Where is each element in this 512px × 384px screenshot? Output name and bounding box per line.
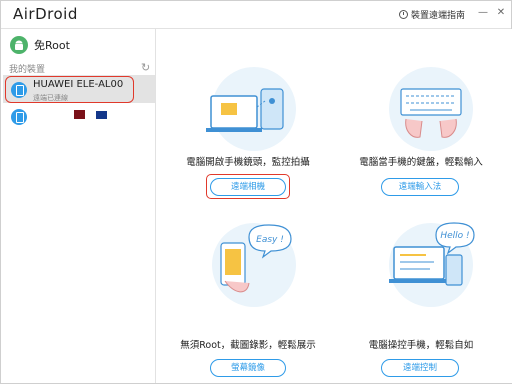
redacted-block-dark-red [74, 110, 85, 119]
feature-control-description: 電腦操控手機，輕鬆自如 [368, 340, 474, 351]
title-bar: AirDroid 裝置遠端指南 — ✕ [1, 1, 511, 29]
sidebar: 免Root 我的裝置 ↻ HUAWEI ELE-AL00 遠端已連線 [1, 29, 156, 383]
minimize-button[interactable]: — [477, 7, 489, 19]
close-button[interactable]: ✕ [495, 7, 507, 19]
phone-icon-second[interactable] [11, 109, 27, 125]
refresh-icon[interactable]: ↻ [141, 61, 150, 74]
feature-camera-description: 電腦開啟手機鏡頭，監控拍攝 [186, 157, 310, 168]
main-panel: 電腦開啟手機鏡頭，監控拍攝 遠端相機 電腦當手機的鍵盤，輕鬆輸入 遠端輸入法 E… [157, 29, 512, 383]
phone-icon [11, 82, 27, 98]
redacted-block-blue [96, 111, 107, 119]
no-root-item[interactable]: 免Root [10, 36, 70, 54]
mirror-illustration: Easy ! [212, 223, 296, 307]
remote-guide-link[interactable]: 裝置遠端指南 [399, 8, 465, 21]
camera-illustration [206, 67, 296, 151]
easy-bubble-text: Easy ! [256, 235, 284, 245]
hello-bubble-text: Hello ! [440, 231, 469, 241]
remote-control-button[interactable]: 遠端控制 [381, 359, 459, 377]
android-icon [10, 36, 28, 54]
control-illustration: Hello ! [389, 222, 475, 307]
remote-guide-label: 裝置遠端指南 [411, 11, 466, 21]
feature-mirror-description: 無須Root，截圖錄影，輕鬆展示 [180, 340, 316, 351]
no-root-label: 免Root [34, 39, 70, 52]
feature-keyboard-description: 電腦當手機的鍵盤，輕鬆輸入 [359, 157, 483, 168]
keyboard-illustration [389, 67, 473, 151]
app-window: AirDroid 裝置遠端指南 — ✕ 免Root 我的裝置 ↻ HUAWEI … [0, 0, 512, 384]
my-devices-heading: 我的裝置 [9, 65, 46, 75]
remote-camera-button-highlight [206, 174, 290, 199]
device-name: HUAWEI ELE-AL00 [33, 79, 124, 90]
screen-mirror-button[interactable]: 螢幕鏡像 [210, 359, 286, 377]
clock-icon [399, 10, 408, 19]
app-logo: AirDroid [13, 5, 78, 23]
device-status: 遠端已連線 [33, 94, 68, 102]
android-glyph [15, 40, 23, 50]
remote-input-button[interactable]: 遠端輸入法 [381, 178, 459, 196]
